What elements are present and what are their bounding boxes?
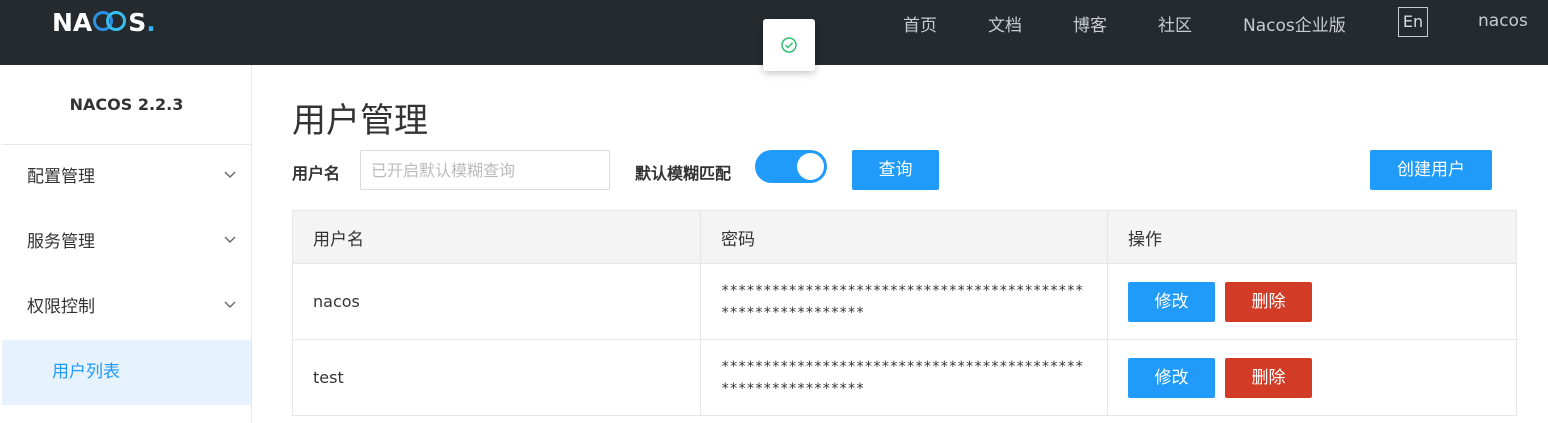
column-header-username: 用户名 [292,210,701,264]
nav-community[interactable]: 社区 [1158,11,1192,36]
version-title: NACOS 2.2.3 [2,65,251,145]
nav-home[interactable]: 首页 [903,11,937,36]
logo-dot: . [146,8,156,37]
sidebar-item-auth[interactable]: 权限控制 [2,275,251,340]
nav-blog[interactable]: 博客 [1073,11,1107,36]
password-cell: ****************************************… [700,339,1108,416]
sidebar-item-config[interactable]: 配置管理 [2,145,251,210]
logo-text-end: S [128,8,147,37]
table-row: nacos **********************************… [292,263,1517,340]
create-user-button[interactable]: 创建用户 [1370,150,1492,190]
edit-button[interactable]: 修改 [1128,281,1215,322]
user-menu[interactable]: nacos [1478,11,1528,31]
actions-cell: 修改 删除 [1107,339,1517,416]
fuzzy-match-label: 默认模糊匹配 [635,164,732,183]
password-cell: ****************************************… [700,263,1108,340]
username-cell: test [292,339,701,416]
check-circle-icon [781,37,797,53]
username-search-input[interactable] [360,150,610,190]
nav-docs[interactable]: 文档 [988,11,1022,36]
sidebar-item-label: 权限控制 [27,297,95,317]
password-text: ****************************************… [721,282,1084,321]
user-table: 用户名 密码 操作 nacos ************************… [292,210,1517,416]
language-switch[interactable]: En [1398,7,1428,37]
page-title: 用户管理 [292,101,428,141]
chevron-down-icon [223,145,237,210]
column-header-password: 密码 [700,210,1108,264]
success-toast [763,19,815,71]
nacos-logo[interactable]: NA S . [52,8,156,37]
delete-button[interactable]: 删除 [1225,357,1312,398]
logo-text-start: NA [52,8,93,37]
logo-rings-icon [93,9,127,31]
username-cell: nacos [292,263,701,340]
actions-cell: 修改 删除 [1107,263,1517,340]
username-label: 用户名 [292,164,341,183]
delete-button[interactable]: 删除 [1225,281,1312,322]
edit-button[interactable]: 修改 [1128,357,1215,398]
sidebar: NACOS 2.2.3 配置管理 服务管理 权限控制 用户列表 [2,65,252,423]
sidebar-item-user-list[interactable]: 用户列表 [2,340,251,405]
table-row: test ***********************************… [292,339,1517,416]
sidebar-item-label: 配置管理 [27,167,95,187]
password-text: ****************************************… [721,358,1084,397]
column-header-actions: 操作 [1107,210,1517,264]
table-header-row: 用户名 密码 操作 [292,210,1517,264]
nav-enterprise[interactable]: Nacos企业版 [1243,11,1346,36]
fuzzy-match-toggle[interactable] [755,150,827,183]
search-button[interactable]: 查询 [852,150,939,190]
sidebar-item-label: 服务管理 [27,232,95,252]
chevron-down-icon [223,210,237,275]
chevron-down-icon [223,275,237,340]
sidebar-item-service[interactable]: 服务管理 [2,210,251,275]
